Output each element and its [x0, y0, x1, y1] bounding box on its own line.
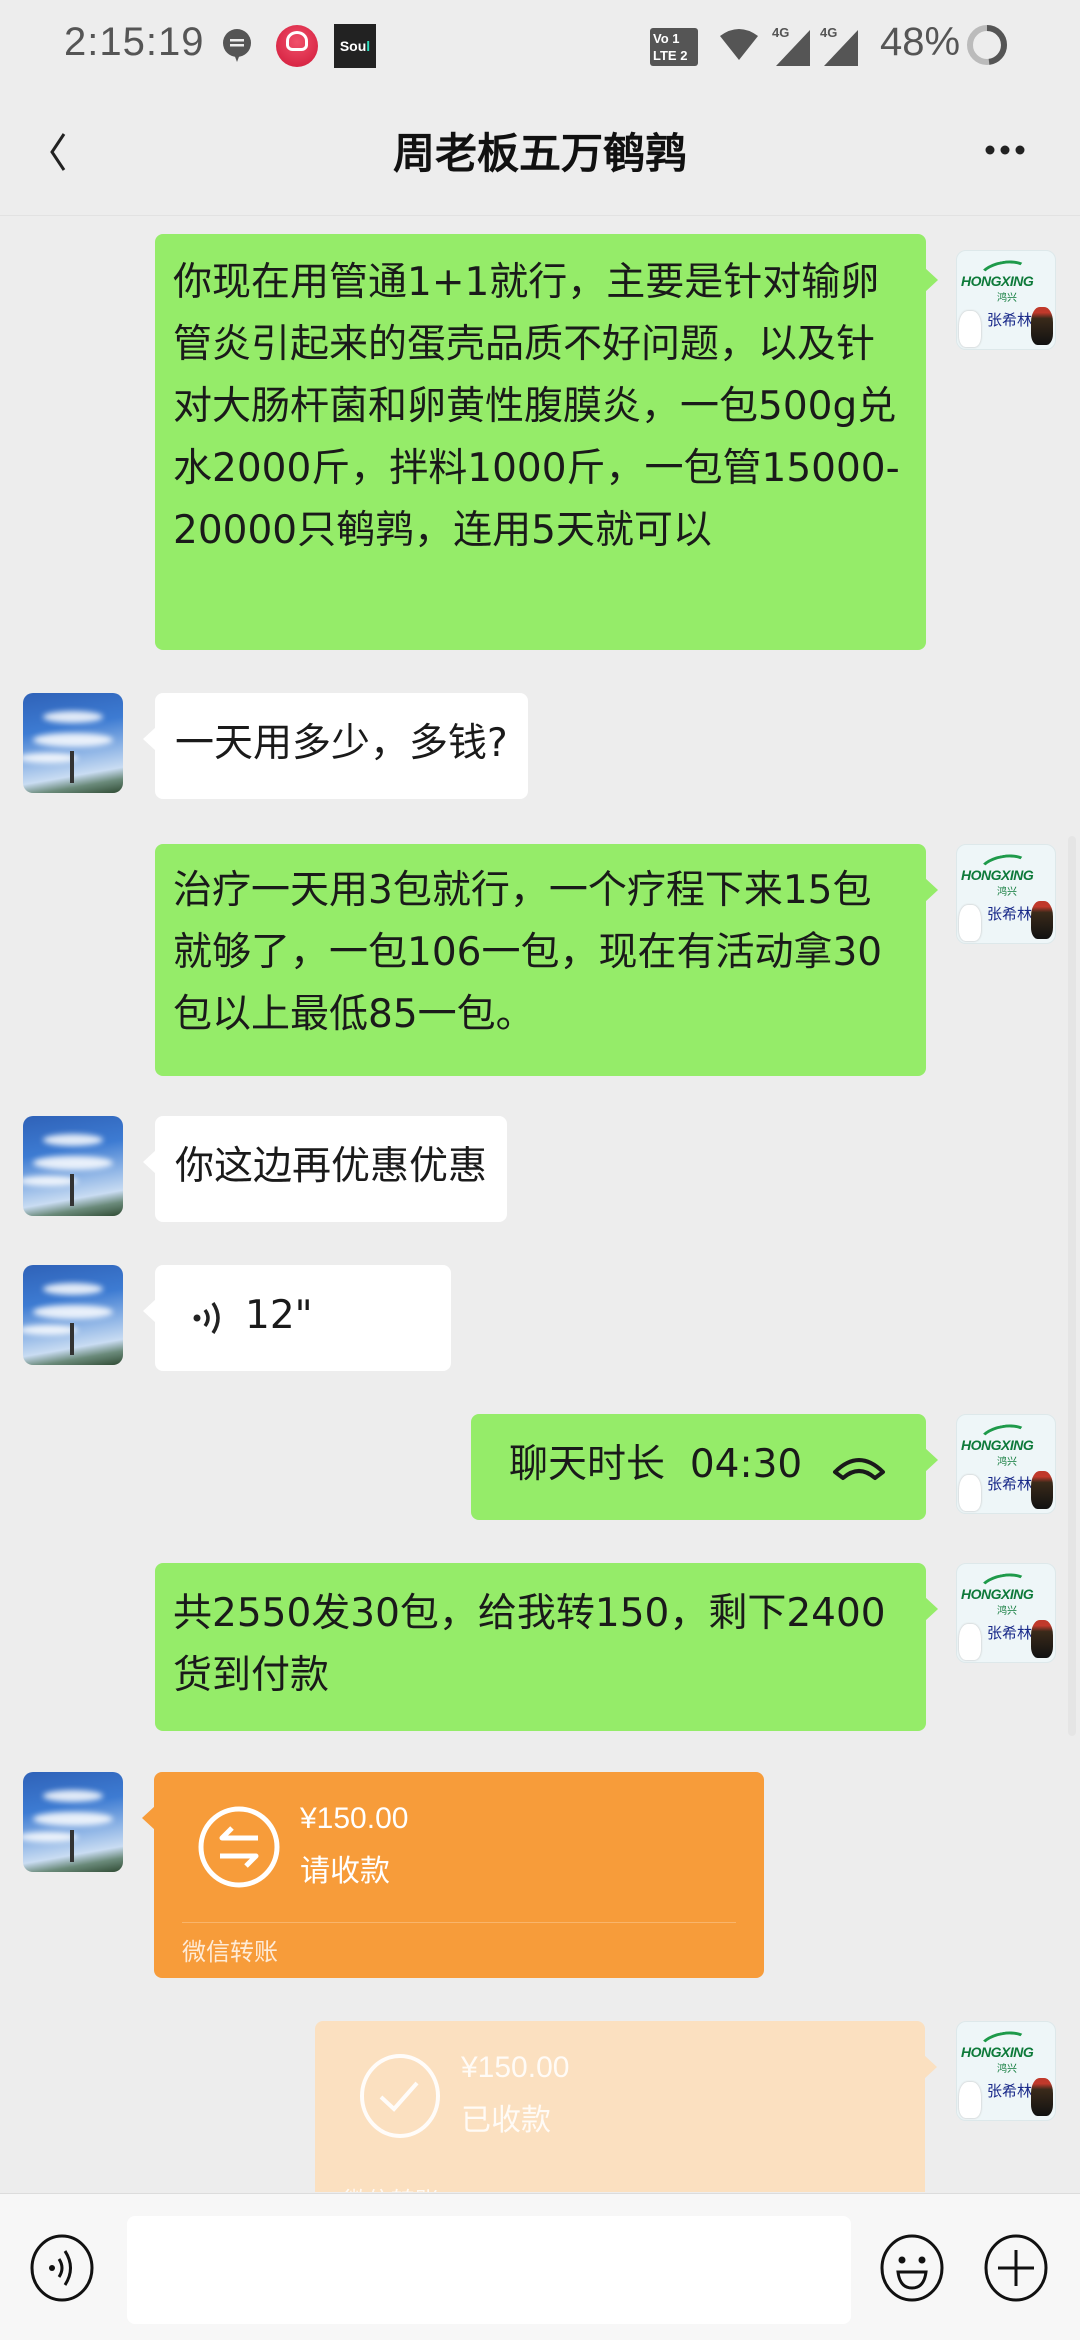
message-text: 你这边再优惠优惠	[175, 1144, 488, 1189]
brand-logo-text: HONGXING	[961, 2044, 1034, 2060]
soul-app-icon: Sou l	[334, 24, 376, 68]
other-avatar[interactable]	[23, 1116, 123, 1216]
brand-logo-cn: 鸿兴	[997, 887, 1017, 898]
brand-logo-cn: 鸿兴	[997, 1606, 1017, 1617]
other-avatar[interactable]	[23, 693, 123, 793]
goose-image	[959, 1624, 981, 1660]
cellular-signal-2-icon: 4G	[820, 25, 858, 66]
self-avatar[interactable]: HONGXING 鸿兴 张希林	[956, 1563, 1056, 1663]
avatar-name: 张希林	[987, 905, 1033, 923]
rooster-image	[1031, 1471, 1053, 1509]
message-notification-icon	[223, 29, 251, 62]
network-1-label: 4G	[772, 25, 789, 40]
avatar-name: 张希林	[987, 1475, 1033, 1493]
message-row: 你这边再优惠优惠	[0, 1116, 1080, 1226]
status-time: 2:15:19	[64, 20, 205, 64]
message-row: ¥150.00 请收款 微信转账	[0, 1772, 1080, 1982]
message-row: 共2550发30包，给我转150，剩下2400货到付款 HONGXING 鸿兴 …	[0, 1563, 1080, 1735]
brand-logo-text: HONGXING	[961, 1586, 1034, 1602]
chat-header: 周老板五万鹌鹑	[0, 90, 1080, 216]
message-row: 治疗一天用3包就行，一个疗程下来15包就够了，一包106一包，现在有活动拿30包…	[0, 844, 1080, 1080]
rooster-image	[1031, 2078, 1053, 2116]
call-duration: 04:30	[689, 1442, 803, 1487]
voice-playback-icon	[193, 1301, 220, 1334]
goose-image	[959, 1475, 981, 1511]
scrollbar[interactable]	[1068, 836, 1076, 1736]
self-avatar[interactable]: HONGXING 鸿兴 张希林	[956, 1414, 1056, 1514]
message-text: 一天用多少，多钱?	[175, 721, 508, 766]
wifi-icon	[720, 29, 758, 60]
brand-logo-text: HONGXING	[961, 273, 1034, 289]
brand-logo-cn: 鸿兴	[997, 1457, 1017, 1468]
voice-input-icon[interactable]	[28, 2234, 96, 2302]
rooster-image	[1031, 307, 1053, 345]
brand-logo-cn: 鸿兴	[997, 293, 1017, 304]
cellular-signal-1-icon: 4G	[772, 25, 810, 66]
transfer-arrows-icon	[198, 1806, 280, 1888]
transfer-card-pending[interactable]: ¥150.00 请收款 微信转账	[142, 1772, 764, 1978]
self-avatar[interactable]: HONGXING 鸿兴 张希林	[956, 844, 1056, 944]
message-text: 你现在用管通1+1就行，主要是针对输卵管炎引起来的蛋壳品质不好问题，以及针对大肠…	[173, 260, 900, 553]
transfer-footer: 微信转账	[182, 1938, 278, 1966]
message-row: 你现在用管通1+1就行，主要是针对输卵管炎引起来的蛋壳品质不好问题，以及针对大肠…	[0, 234, 1080, 654]
goose-image	[959, 2082, 981, 2118]
status-bar: 2:15:19 Sou l Vo 1 LTE 2 4G 4G 48%	[0, 0, 1080, 90]
volte-line2: LTE 2	[653, 48, 688, 63]
message-row: 一天用多少，多钱?	[0, 693, 1080, 803]
self-avatar[interactable]: HONGXING 鸿兴 张希林	[956, 2021, 1056, 2121]
message-bubble-other[interactable]: 一天用多少，多钱?	[143, 693, 528, 799]
rooster-image	[1031, 1620, 1053, 1658]
plus-icon[interactable]	[982, 2234, 1050, 2302]
input-bar	[0, 2193, 1080, 2340]
battery-ring-icon	[967, 25, 1007, 65]
message-text: 治疗一天用3包就行，一个疗程下来15包就够了，一包106一包，现在有活动拿30包…	[173, 868, 883, 1037]
emoji-icon[interactable]	[878, 2234, 946, 2302]
message-input[interactable]	[127, 2216, 851, 2324]
soul-label: Sou	[339, 38, 367, 54]
message-row: 聊天时长 04:30 HONGXING 鸿兴 张希林	[0, 1414, 1080, 1524]
self-avatar[interactable]: HONGXING 鸿兴 张希林	[956, 250, 1056, 350]
message-text: 共2550发30包，给我转150，剩下2400货到付款	[173, 1591, 886, 1698]
brand-logo-text: HONGXING	[961, 867, 1034, 883]
volte-icon: Vo 1 LTE 2	[650, 28, 698, 66]
other-avatar[interactable]	[23, 1265, 123, 1365]
kuaishou-app-icon	[276, 25, 318, 67]
other-avatar[interactable]	[23, 1772, 123, 1872]
message-bubble-self[interactable]: 你现在用管通1+1就行，主要是针对输卵管炎引起来的蛋壳品质不好问题，以及针对大肠…	[155, 234, 938, 650]
avatar-name: 张希林	[987, 2082, 1033, 2100]
call-duration-label: 聊天时长	[509, 1442, 666, 1487]
voice-message-bubble[interactable]: 12"	[143, 1265, 451, 1371]
checkmark-circle-icon	[360, 2054, 440, 2138]
message-row: ¥150.00 已收款 微信转账 HONGXING 鸿兴 张希林	[0, 2021, 1080, 2192]
network-2-label: 4G	[820, 25, 837, 40]
phone-hangup-icon	[832, 1457, 885, 1480]
goose-image	[959, 905, 981, 941]
volte-line1: Vo 1	[653, 31, 680, 46]
avatar-name: 张希林	[987, 311, 1033, 329]
more-dots-icon[interactable]	[970, 130, 1040, 170]
transfer-amount: ¥150.00	[300, 1802, 409, 1835]
message-row: 12"	[0, 1265, 1080, 1375]
chat-title: 周老板五万鹌鹑	[392, 129, 687, 178]
goose-image	[959, 311, 981, 347]
battery-percent: 48%	[880, 20, 961, 64]
soul-label-accent: l	[366, 38, 371, 54]
transfer-divider	[182, 1922, 736, 1923]
avatar-name: 张希林	[987, 1624, 1033, 1642]
call-record-bubble[interactable]: 聊天时长 04:30	[471, 1414, 938, 1520]
transfer-footer: 微信转账	[343, 2181, 439, 2192]
transfer-status: 已收款	[461, 2103, 551, 2138]
transfer-status: 请收款	[300, 1854, 390, 1889]
transfer-amount: ¥150.00	[461, 2051, 570, 2084]
message-bubble-self[interactable]: 治疗一天用3包就行，一个疗程下来15包就够了，一包106一包，现在有活动拿30包…	[155, 844, 938, 1076]
message-bubble-self[interactable]: 共2550发30包，给我转150，剩下2400货到付款	[155, 1563, 938, 1731]
message-list[interactable]: 你现在用管通1+1就行，主要是针对输卵管炎引起来的蛋壳品质不好问题，以及针对大肠…	[0, 216, 1080, 2192]
message-bubble-other[interactable]: 你这边再优惠优惠	[142, 1116, 508, 1222]
brand-logo-text: HONGXING	[961, 1437, 1034, 1453]
transfer-card-received[interactable]: ¥150.00 已收款 微信转账	[315, 2021, 937, 2192]
brand-logo-cn: 鸿兴	[997, 2064, 1017, 2075]
rooster-image	[1031, 901, 1053, 939]
voice-duration: 12"	[245, 1293, 313, 1338]
